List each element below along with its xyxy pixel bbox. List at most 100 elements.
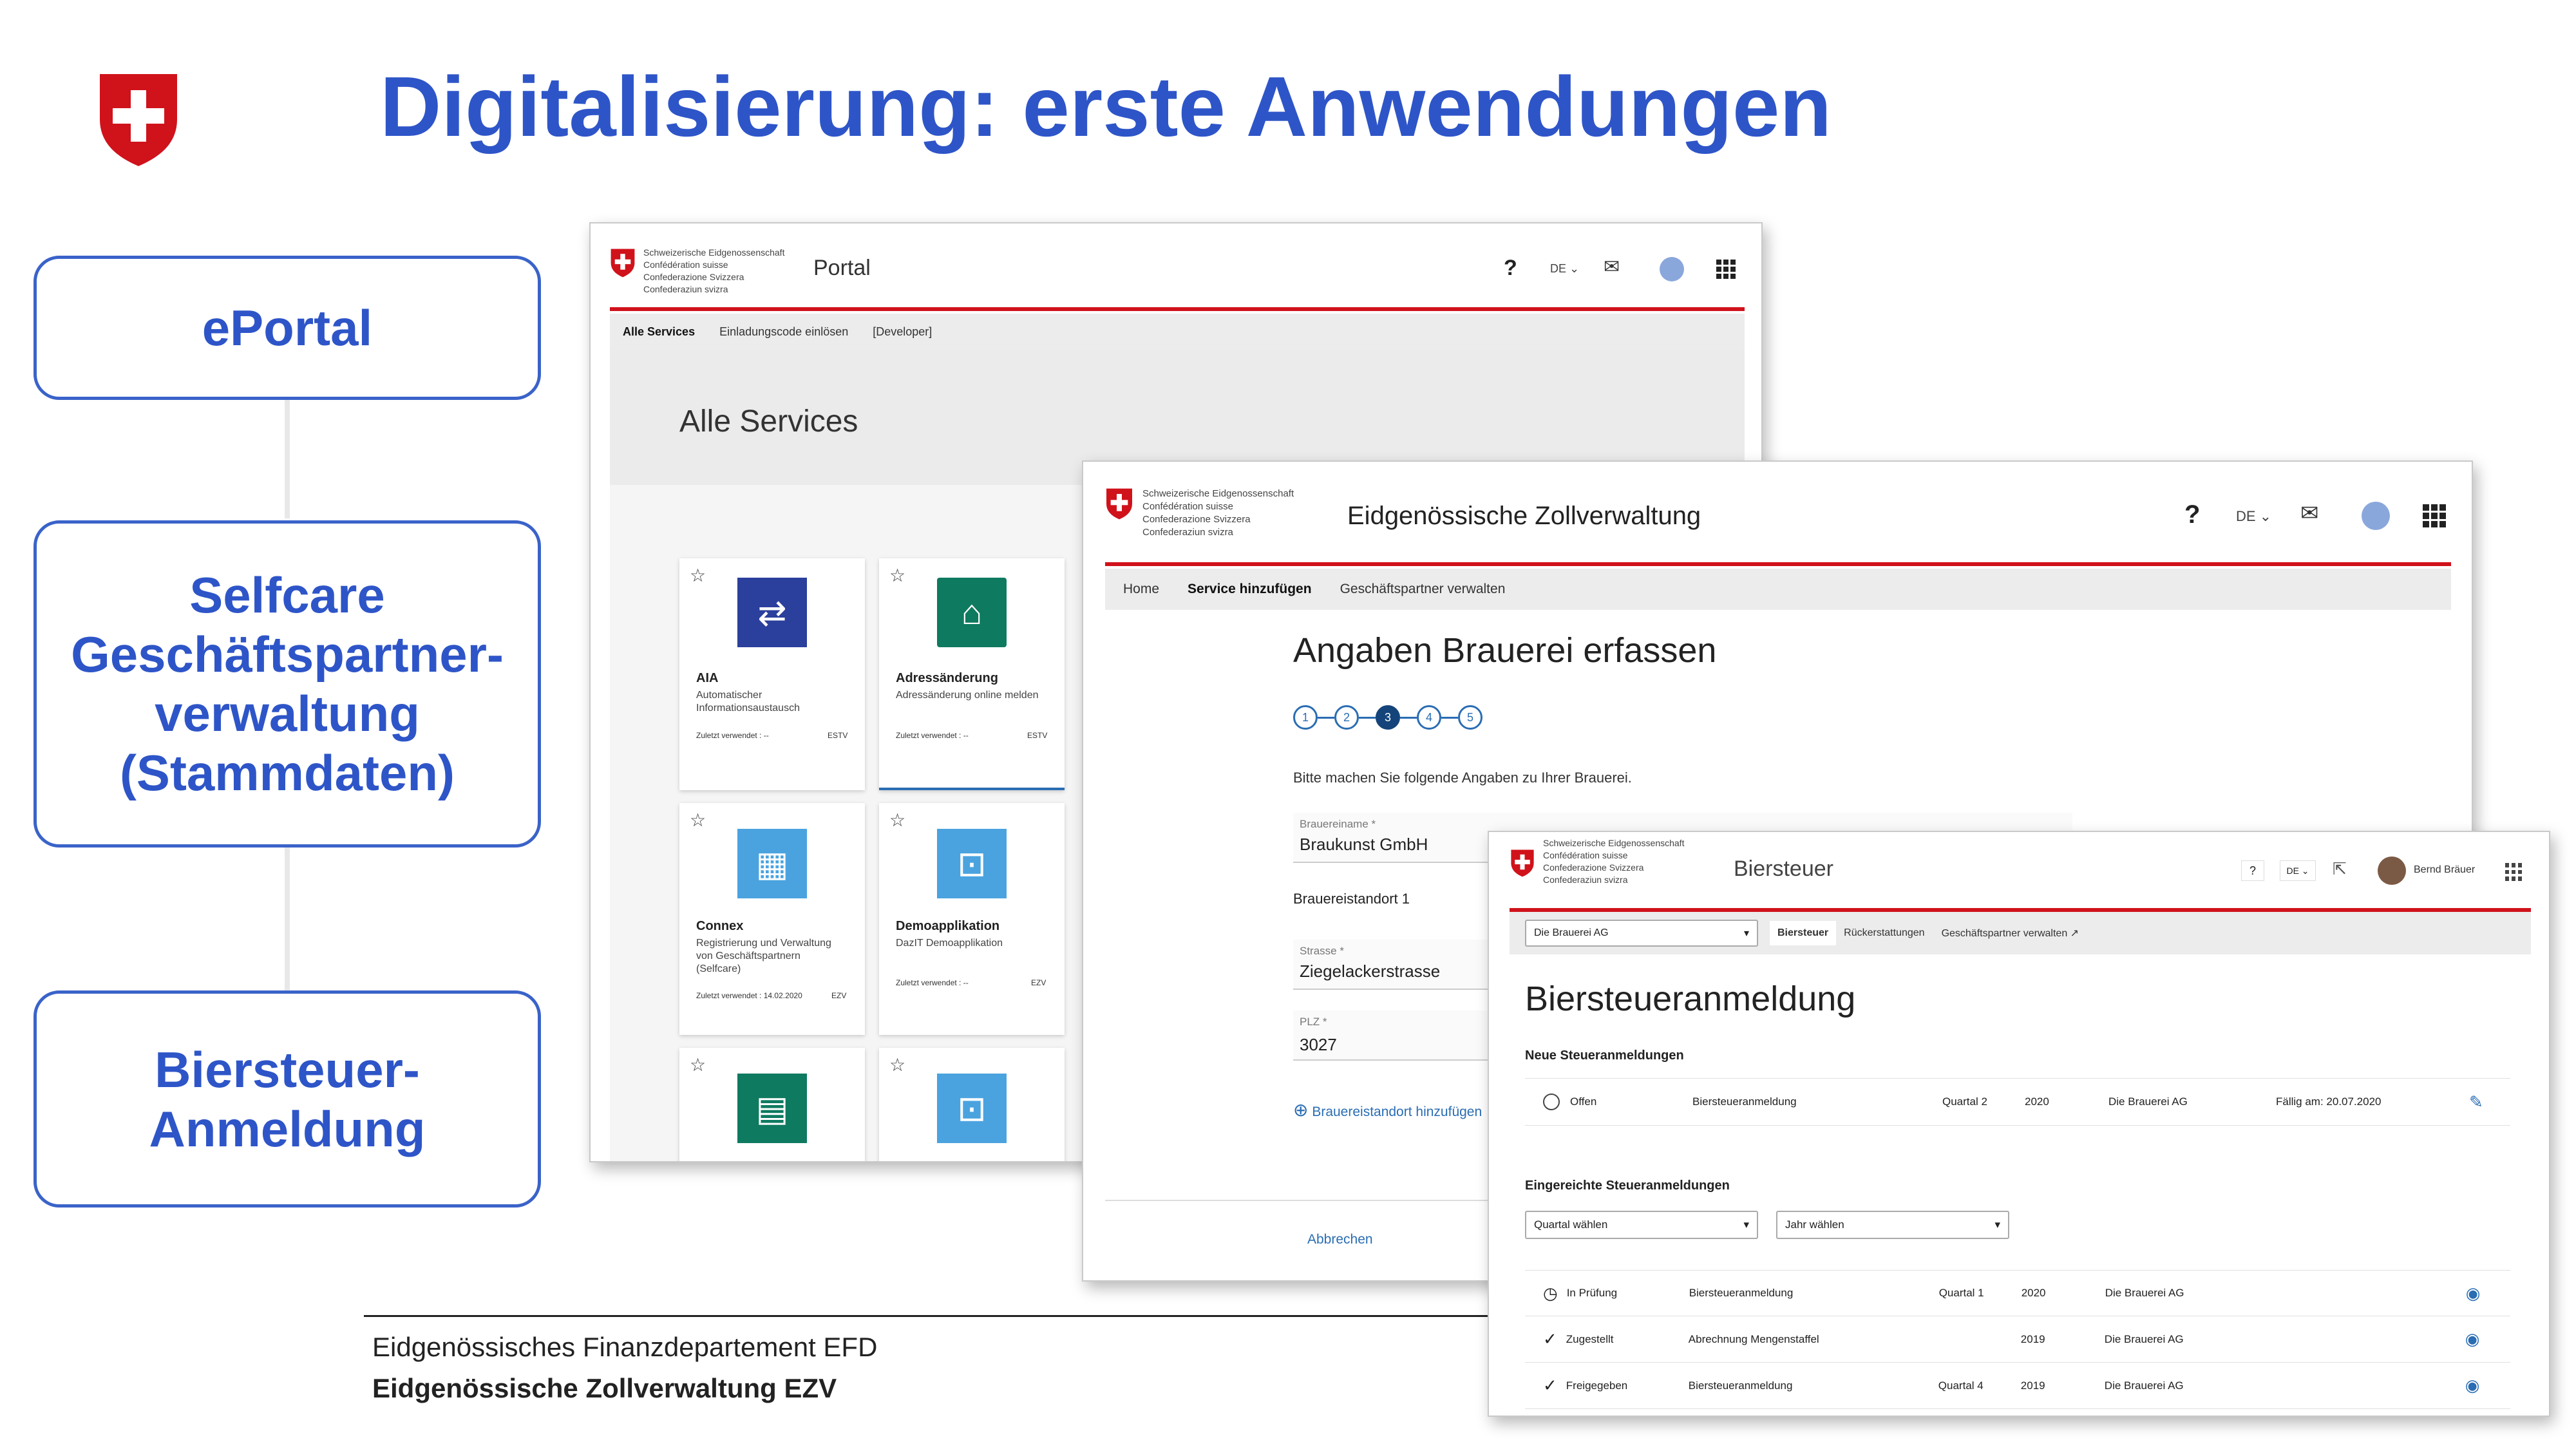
favorite-star-icon[interactable]: ☆ xyxy=(690,565,706,586)
view-eye-icon[interactable]: ◉ xyxy=(2465,1329,2480,1349)
row-company: Die Brauerei AG xyxy=(2104,1379,2184,1392)
tab-developer[interactable]: [Developer] xyxy=(873,325,932,339)
swiss-logo-icon xyxy=(611,249,635,278)
bier-page-title: Biersteueranmeldung xyxy=(1525,980,1856,1018)
card-name: AIA xyxy=(696,671,719,685)
help-icon[interactable]: ? xyxy=(2241,860,2264,881)
card-org: EZV xyxy=(1031,978,1046,987)
list-item-offen[interactable]: Offen Biersteueranmeldung Quartal 2 2020… xyxy=(1525,1078,2510,1126)
step-3-current[interactable]: 3 xyxy=(1376,705,1400,730)
cancel-button[interactable]: Abbrechen xyxy=(1307,1232,1373,1247)
row-year: 2020 xyxy=(2025,1095,2049,1108)
field-label: PLZ * xyxy=(1300,1016,1327,1028)
help-icon[interactable]: ? xyxy=(1504,256,1517,281)
favorite-star-icon[interactable]: ☆ xyxy=(889,565,905,586)
language-selector[interactable]: DE ⌄ xyxy=(2236,508,2271,525)
status-circle-icon xyxy=(1543,1094,1560,1110)
service-card-connex[interactable]: ☆ ▦ Connex Registrierung und Verwaltung … xyxy=(679,803,865,1035)
tab-geschaeftspartner[interactable]: Geschäftspartner verwalten xyxy=(1340,582,1506,597)
card-description: Adressänderung online melden xyxy=(896,690,1039,701)
row-type: Biersteueranmeldung xyxy=(1689,1287,1794,1299)
language-selector[interactable]: DE ⌄ xyxy=(2280,860,2316,881)
package-check-icon: ⊡ xyxy=(937,829,1007,898)
swiss-logo-icon xyxy=(1511,849,1534,877)
slide: Digitalisierung: erste Anwendungen ePort… xyxy=(0,0,2576,1449)
service-card[interactable]: ☆ ⊡ xyxy=(879,1048,1065,1161)
tab-rueckerstattungen[interactable]: Rückerstattungen xyxy=(1844,927,1924,939)
row-year: 2019 xyxy=(2020,1332,2045,1345)
connector-line xyxy=(285,847,290,992)
card-name: Connex xyxy=(696,919,744,933)
quarter-select[interactable]: Quartal wählen ▾ xyxy=(1525,1211,1758,1239)
tab-alle-services[interactable]: Alle Services xyxy=(623,325,695,339)
step-2[interactable]: 2 xyxy=(1334,705,1359,730)
row-company: Die Brauerei AG xyxy=(2105,1287,2184,1299)
field-label: Brauereiname * xyxy=(1300,818,1376,830)
tab-service-hinzufuegen[interactable]: Service hinzufügen xyxy=(1188,582,1312,597)
step-1[interactable]: 1 xyxy=(1293,705,1318,730)
connector-line xyxy=(285,399,290,518)
service-card-demoapplikation[interactable]: ☆ ⊡ Demoapplikation DazIT Demoapplikatio… xyxy=(879,803,1065,1035)
table-row[interactable]: ◷ In Prüfung Biersteueranmeldung Quartal… xyxy=(1525,1270,2510,1316)
row-due-date: Fällig am: 20.07.2020 xyxy=(2276,1095,2382,1108)
avatar[interactable] xyxy=(2378,857,2406,885)
add-location-button[interactable]: ⊕ Brauereistandort hinzufügen xyxy=(1293,1099,1482,1121)
row-year: 2020 xyxy=(2021,1287,2046,1299)
zoll-page-title: Angaben Brauerei erfassen xyxy=(1293,631,1717,670)
stepper: 1 2 3 4 5 xyxy=(1293,705,1482,730)
row-quarter: Quartal 4 xyxy=(1938,1379,1984,1392)
service-card-aia[interactable]: ☆ ⇄ AIA Automatischer Informationsaustau… xyxy=(679,558,865,790)
language-selector[interactable]: DE ⌄ xyxy=(1550,262,1579,276)
service-card[interactable]: ☆ ▤ xyxy=(679,1048,865,1161)
company-select[interactable]: Die Brauerei AG ▾ xyxy=(1525,920,1758,947)
year-select[interactable]: Jahr wählen ▾ xyxy=(1776,1211,2009,1239)
user-name[interactable]: Bernd Bräuer xyxy=(2414,864,2475,876)
app-grid-icon[interactable] xyxy=(2423,504,2446,527)
view-eye-icon[interactable]: ◉ xyxy=(2466,1283,2481,1303)
portal-page-title: Alle Services xyxy=(679,404,858,439)
inbox-icon[interactable]: ✉ xyxy=(2300,500,2319,526)
tab-home[interactable]: Home xyxy=(1123,582,1159,597)
service-card-adressaenderung[interactable]: ☆ ⌂ Adressänderung Adressänderung online… xyxy=(879,558,1065,790)
avatar[interactable] xyxy=(1660,257,1684,281)
swiss-coat-of-arms-logo xyxy=(100,74,177,166)
step-4[interactable]: 4 xyxy=(1417,705,1441,730)
tab-geschaeftspartner-verwalten[interactable]: Geschäftspartner verwalten ↗ xyxy=(1942,927,2079,940)
favorite-star-icon[interactable]: ☆ xyxy=(889,810,905,831)
app-grid-icon[interactable] xyxy=(1716,260,1736,279)
app-grid-icon[interactable] xyxy=(2505,863,2523,881)
table-row[interactable]: ✓ Freigegeben Biersteueranmeldung Quarta… xyxy=(1525,1363,2510,1409)
row-company: Die Brauerei AG xyxy=(2108,1095,2188,1108)
new-heading: Neue Steueranmeldungen xyxy=(1525,1048,1684,1063)
header-red-rule xyxy=(610,307,1745,311)
tab-biersteuer[interactable]: Biersteuer xyxy=(1770,921,1837,945)
field-value: Braukunst GmbH xyxy=(1300,835,1428,854)
view-eye-icon[interactable]: ◉ xyxy=(2465,1376,2480,1396)
card-description: Registrierung und Verwaltung von Geschäf… xyxy=(696,938,831,974)
row-quarter: Quartal 1 xyxy=(1938,1287,1984,1299)
favorite-star-icon[interactable]: ☆ xyxy=(889,1054,905,1075)
share-icon[interactable]: ⇱ xyxy=(2333,859,2347,879)
check-circle-icon: ✓ xyxy=(1543,1329,1557,1349)
swiss-logo-icon xyxy=(1106,488,1132,520)
form-intro: Bitte machen Sie folgende Angaben zu Ihr… xyxy=(1293,770,1632,786)
avatar[interactable] xyxy=(2362,502,2390,530)
header-red-rule xyxy=(1105,562,2451,566)
plus-circle-icon: ⊕ xyxy=(1293,1100,1309,1120)
inbox-icon[interactable]: ✉ xyxy=(1604,256,1620,278)
table-row[interactable]: ✓ Zugestellt Abrechnung Mengenstaffel 20… xyxy=(1525,1316,2510,1363)
location-pin-icon: ⌂ xyxy=(937,578,1007,647)
help-icon[interactable]: ? xyxy=(2184,500,2200,529)
row-type: Biersteueranmeldung xyxy=(1688,1379,1793,1392)
edit-pencil-icon[interactable]: ✎ xyxy=(2469,1092,2483,1112)
favorite-star-icon[interactable]: ☆ xyxy=(690,1054,706,1075)
row-status: Zugestellt xyxy=(1566,1332,1614,1345)
row-year: 2019 xyxy=(2020,1379,2045,1392)
card-org: ESTV xyxy=(1027,731,1048,740)
step-5[interactable]: 5 xyxy=(1458,705,1482,730)
box-selfcare: Selfcare Geschäftspartner- verwaltung (S… xyxy=(33,520,541,848)
bier-tabbar: Die Brauerei AG ▾ Biersteuer Rückerstattu… xyxy=(1510,912,2531,954)
row-type: Abrechnung Mengenstaffel xyxy=(1688,1332,1819,1345)
tab-einladungscode[interactable]: Einladungscode einlösen xyxy=(719,325,848,339)
favorite-star-icon[interactable]: ☆ xyxy=(690,810,706,831)
